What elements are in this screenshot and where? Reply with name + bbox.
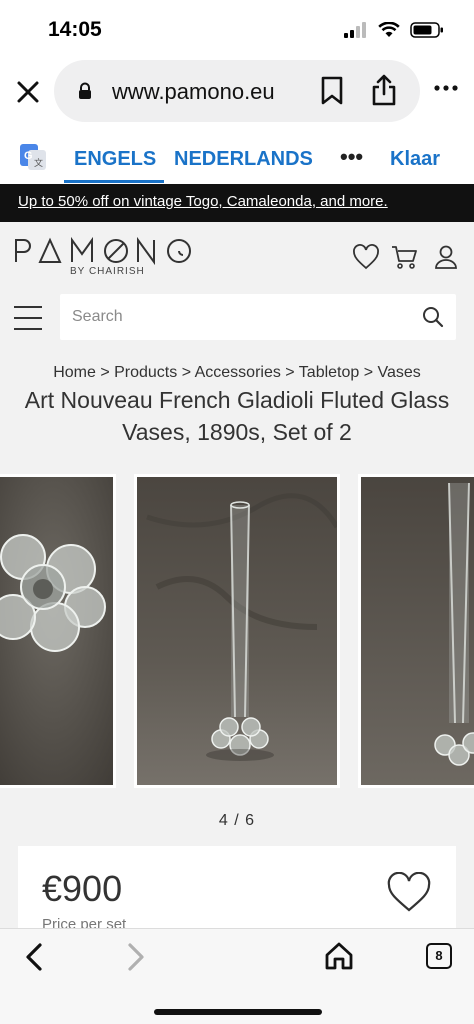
product-photo-next[interactable] — [358, 474, 474, 788]
search-icon[interactable] — [422, 306, 444, 328]
product-price: €900 — [42, 868, 123, 909]
translate-more-button[interactable]: ••• — [340, 144, 363, 170]
wishlist-heart-icon[interactable] — [352, 244, 380, 270]
logo-subtitle: BY CHAIRISH — [70, 266, 145, 277]
home-indicator — [154, 1009, 322, 1015]
url-text: www.pamono.eu — [112, 79, 275, 104]
browser-url-row: www.pamono.eu — [0, 58, 474, 126]
breadcrumb[interactable]: Home > Products > Accessories > Tabletop… — [0, 364, 474, 382]
status-icons — [344, 22, 444, 38]
promo-link[interactable]: Up to 50% off on vintage Togo, Camaleond… — [18, 193, 388, 210]
favorite-heart-icon[interactable] — [386, 872, 432, 914]
cart-icon[interactable] — [390, 244, 418, 270]
site-header: BY CHAIRISH — [0, 222, 474, 294]
address-bar[interactable]: www.pamono.eu — [54, 60, 420, 122]
status-bar: 14:05 — [0, 0, 474, 58]
forward-arrow-icon[interactable] — [124, 941, 148, 973]
home-icon[interactable] — [324, 941, 354, 971]
search-input[interactable] — [72, 294, 412, 340]
lock-icon — [79, 82, 91, 99]
search-row — [0, 294, 474, 346]
promo-banner: Up to 50% off on vintage Togo, Camaleond… — [0, 184, 474, 222]
google-translate-icon: G 文 — [20, 144, 46, 170]
tab-source-language[interactable]: ENGELS — [74, 148, 156, 171]
product-photo-current[interactable] — [134, 474, 340, 788]
translate-done-button[interactable]: Klaar — [390, 148, 440, 171]
share-icon[interactable] — [370, 73, 398, 107]
product-title: Art Nouveau French Gladioli Fluted Glass… — [24, 387, 450, 445]
tab-target-language[interactable]: NEDERLANDS — [174, 148, 313, 171]
svg-text:G: G — [24, 150, 33, 162]
battery-icon — [410, 22, 443, 38]
back-arrow-icon[interactable] — [22, 941, 46, 973]
gallery-pager: 4 / 6 — [218, 812, 256, 829]
product-gallery[interactable] — [0, 474, 474, 788]
cellular-signal-icon — [344, 22, 366, 38]
active-tab-indicator — [64, 180, 164, 183]
status-time: 14:05 — [48, 18, 102, 41]
pamono-logo[interactable] — [14, 236, 194, 266]
browser-toolbar: 8 — [0, 928, 474, 1024]
tabs-button[interactable]: 8 — [426, 943, 452, 969]
bookmark-icon[interactable] — [320, 76, 344, 106]
product-photo-prev[interactable] — [0, 474, 116, 788]
account-icon[interactable] — [434, 244, 458, 270]
menu-icon[interactable] — [14, 306, 44, 332]
wifi-icon — [378, 22, 400, 37]
translate-bar: G 文 ENGELS NEDERLANDS ••• Klaar — [0, 126, 474, 184]
close-icon[interactable] — [14, 78, 42, 106]
svg-text:文: 文 — [34, 157, 43, 168]
search-box — [60, 294, 456, 340]
more-options-icon[interactable] — [434, 84, 458, 92]
